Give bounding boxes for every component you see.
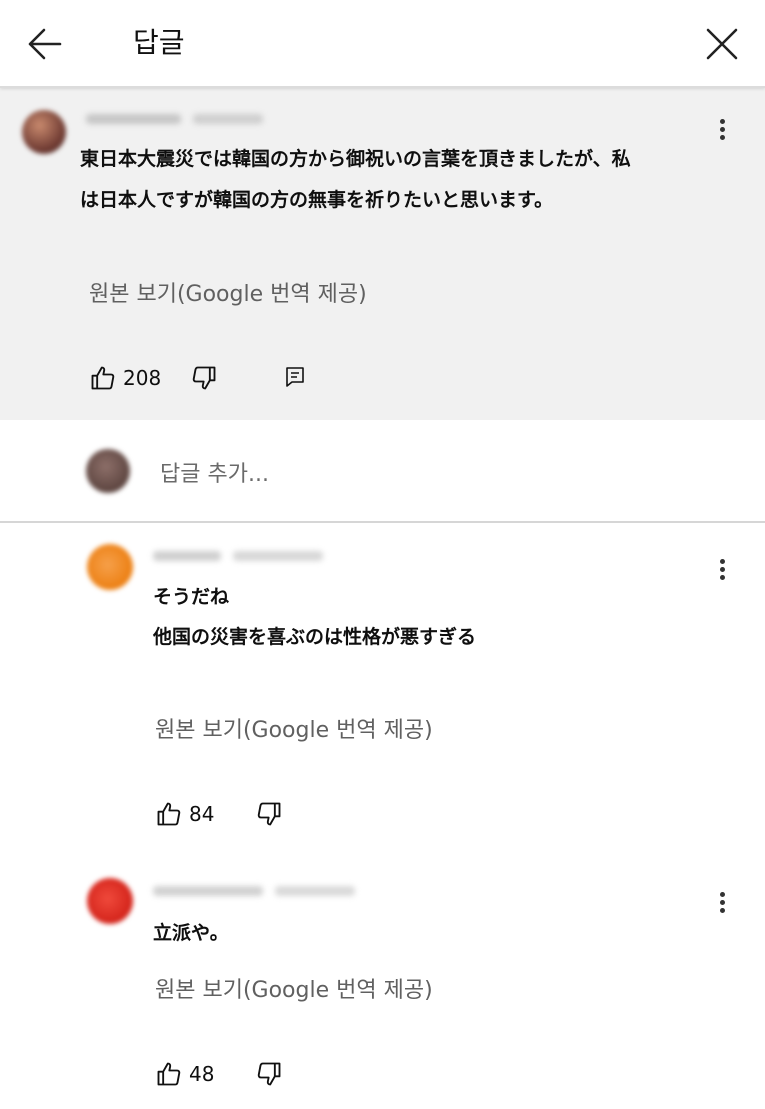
thumbs-up-icon <box>155 800 183 828</box>
highlighted-comment: 東日本大震災では韓国の方から御祝いの言葉を頂きましたが、私 は日本人ですが韓国の… <box>0 88 765 420</box>
like-count: 84 <box>189 802 215 826</box>
avatar[interactable] <box>22 110 66 154</box>
like-button[interactable]: 208 <box>89 364 161 392</box>
comment-text-line: 東日本大震災では韓国の方から御祝いの言葉を頂きましたが、私 <box>80 148 631 170</box>
header-bar: 답글 <box>0 0 765 88</box>
reply-text-line: 立派や。 <box>153 922 229 944</box>
dislike-button[interactable] <box>255 1060 283 1088</box>
view-original-link[interactable]: 원본 보기(Google 번역 제공) <box>155 712 433 744</box>
add-reply-bar: 답글 추가... <box>0 420 765 523</box>
comment-text-line: は日本人ですが韓国の方の無事を祈りたいと思います。 <box>80 189 554 211</box>
arrow-left-icon[interactable] <box>24 22 64 66</box>
reply-author-meta <box>153 549 333 567</box>
like-count: 48 <box>189 1062 215 1086</box>
thumbs-up-icon <box>155 1060 183 1088</box>
avatar <box>86 449 130 493</box>
reply-author-meta <box>153 884 363 902</box>
view-original-link[interactable]: 원본 보기(Google 번역 제공) <box>155 972 433 1004</box>
more-options-icon[interactable] <box>712 116 732 146</box>
avatar[interactable] <box>87 544 133 590</box>
like-button[interactable]: 48 <box>155 1060 214 1088</box>
comment-icon <box>283 365 307 389</box>
thumbs-down-icon <box>255 800 283 828</box>
like-button[interactable]: 84 <box>155 800 214 828</box>
dislike-button[interactable] <box>190 364 218 392</box>
more-options-icon[interactable] <box>712 556 732 586</box>
reply-text-line: そうだね <box>153 586 230 608</box>
reply-button[interactable] <box>283 365 307 389</box>
more-options-icon[interactable] <box>712 889 732 919</box>
thumbs-down-icon <box>255 1060 283 1088</box>
thumbs-down-icon <box>190 364 218 392</box>
comment-author-meta <box>86 112 271 130</box>
like-count: 208 <box>123 366 162 390</box>
close-icon[interactable] <box>700 22 744 66</box>
reply-input[interactable]: 답글 추가... <box>160 456 269 488</box>
view-original-link[interactable]: 원본 보기(Google 번역 제공) <box>89 276 367 308</box>
reply-text-line: 他国の災害を喜ぶのは性格が悪すぎる <box>153 626 477 648</box>
page-title: 답글 <box>133 26 185 59</box>
avatar[interactable] <box>87 878 133 924</box>
thumbs-up-icon <box>89 364 117 392</box>
dislike-button[interactable] <box>255 800 283 828</box>
